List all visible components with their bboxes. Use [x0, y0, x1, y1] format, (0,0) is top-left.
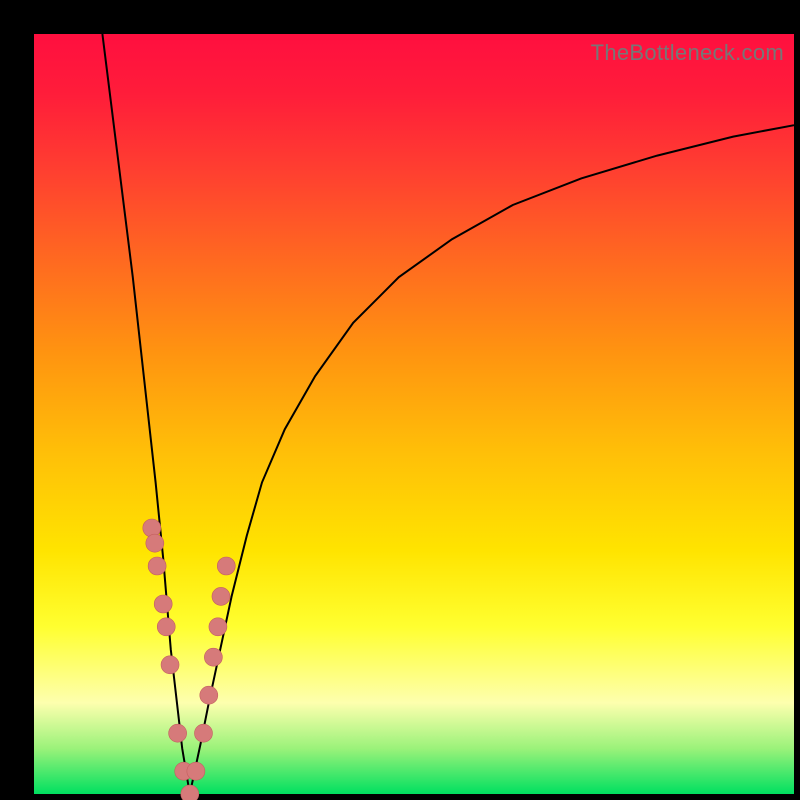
- sample-point: [212, 587, 230, 605]
- sample-point: [181, 785, 199, 800]
- sample-point: [187, 762, 205, 780]
- curve-layer: [34, 34, 794, 794]
- sample-point: [194, 724, 212, 742]
- sample-point: [146, 534, 164, 552]
- sample-markers: [143, 519, 235, 800]
- sample-point: [161, 656, 179, 674]
- sample-point: [154, 595, 172, 613]
- sample-point: [143, 519, 161, 537]
- sample-point: [204, 648, 222, 666]
- plot-area: TheBottleneck.com: [34, 34, 794, 794]
- sample-point: [200, 686, 218, 704]
- curve-right-branch: [190, 125, 794, 794]
- sample-point: [209, 618, 227, 636]
- chart-frame: TheBottleneck.com: [0, 0, 800, 800]
- sample-point: [217, 557, 235, 575]
- curve-left-branch: [102, 34, 189, 794]
- sample-point: [157, 618, 175, 636]
- sample-point: [148, 557, 166, 575]
- sample-point: [169, 724, 187, 742]
